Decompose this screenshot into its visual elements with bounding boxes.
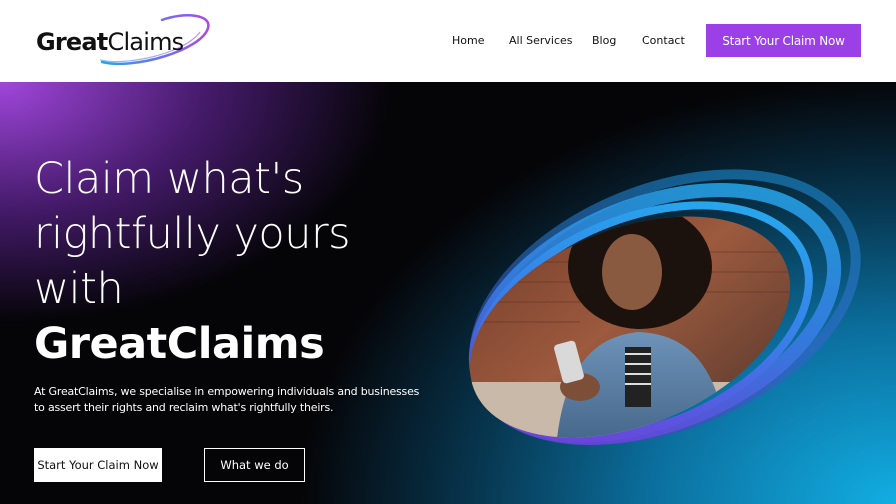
what-we-do-button[interactable]: What we do bbox=[204, 448, 305, 482]
nav-home[interactable]: Home bbox=[452, 34, 484, 47]
site-header: GreatClaims Home All Services Blog Conta… bbox=[0, 0, 896, 82]
hero-title-brand: GreatClaims bbox=[34, 319, 325, 369]
nav-all-services[interactable]: All Services bbox=[509, 34, 573, 47]
hero-title: Claim what's rightfully yours with Great… bbox=[34, 152, 351, 372]
hero-section: Claim what's rightfully yours with Great… bbox=[0, 82, 896, 504]
nav-contact[interactable]: Contact bbox=[642, 34, 685, 47]
hero-title-line-2: rightfully yours bbox=[34, 209, 351, 259]
woman-phone-photo bbox=[460, 182, 820, 462]
nav-blog[interactable]: Blog bbox=[592, 34, 616, 47]
hero-start-claim-button[interactable]: Start Your Claim Now bbox=[34, 448, 162, 482]
hero-title-line-1: Claim what's bbox=[34, 154, 304, 204]
hero-image-oval bbox=[460, 169, 861, 462]
hero-description-line-2: to assert their rights and reclaim what'… bbox=[34, 401, 334, 414]
logo-text-regular: Claims bbox=[107, 28, 184, 56]
hero-description-line-1: At GreatClaims, we specialise in empower… bbox=[34, 385, 420, 398]
logo-text-bold: Great bbox=[36, 28, 108, 56]
hero-title-line-3: with bbox=[34, 264, 124, 314]
logo-wordmark: GreatClaims bbox=[36, 28, 184, 56]
header-start-claim-button[interactable]: Start Your Claim Now bbox=[706, 24, 861, 57]
hero-description: At GreatClaims, we specialise in empower… bbox=[34, 384, 454, 416]
brand-logo[interactable]: GreatClaims bbox=[34, 10, 214, 70]
